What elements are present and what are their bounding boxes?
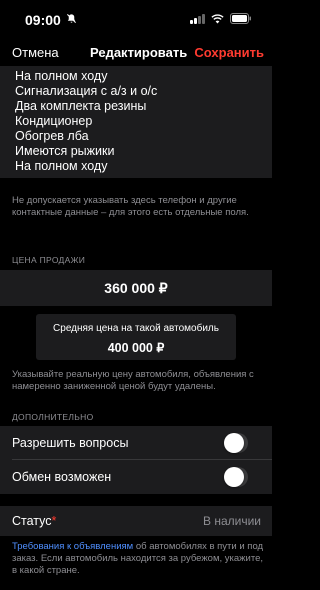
required-mark: * (51, 514, 57, 528)
toggle-knob (224, 433, 244, 453)
description-line: Кондиционер (15, 114, 93, 128)
price-hint: Указывайте реальную цену автомобиля, объ… (12, 369, 254, 392)
toggle-knob (224, 467, 244, 487)
status-bar: 09:00 (0, 0, 272, 40)
battery-icon (230, 13, 252, 24)
allow-questions-toggle[interactable] (224, 433, 248, 453)
requirements-link[interactable]: Требования к объявлениям (12, 541, 133, 552)
description-line: На полном ходу (15, 69, 108, 83)
navigation-bar: Отмена Редактировать Сохранить (0, 42, 272, 64)
allow-questions-label: Разрешить вопросы (12, 436, 129, 450)
description-line: Сигнализация с а/з и о/с (15, 84, 158, 98)
footer-hint: Требования к объявлениям об автомобилях … (12, 541, 267, 577)
bell-slash-icon (66, 13, 77, 27)
price-input[interactable]: 360 000 ₽ (0, 270, 272, 306)
description-line: Два комплекта резины (15, 99, 147, 113)
description-textarea[interactable]: На полном ходу Сигнализация с а/з и о/с … (0, 66, 272, 178)
signal-icon (190, 13, 205, 24)
status-value: В наличии (202, 514, 261, 528)
additional-section-header: ДОПОЛНИТЕЛЬНО (12, 412, 94, 422)
exchange-label: Обмен возможен (12, 470, 112, 484)
exchange-toggle[interactable] (224, 467, 248, 487)
cancel-button[interactable]: Отмена (12, 45, 59, 60)
description-hint: Не допускается указывать здесь телефон и… (12, 195, 249, 218)
status-time: 09:00 (25, 12, 61, 28)
status-field[interactable]: Статус* В наличии (0, 506, 272, 536)
description-line: Имеются рыжики (15, 144, 115, 158)
description-line: Обогрев лба (15, 129, 89, 143)
additional-options: Разрешить вопросы Обмен возможен (0, 426, 272, 494)
allow-questions-row: Разрешить вопросы (0, 426, 272, 460)
status-label: Статус* (12, 514, 57, 528)
average-price-value: 400 000 ₽ (107, 341, 165, 355)
page-title: Редактировать (90, 45, 188, 60)
wifi-icon (211, 13, 224, 24)
price-value: 360 000 ₽ (104, 280, 168, 296)
exchange-row: Обмен возможен (0, 460, 272, 494)
price-section-header: ЦЕНА ПРОДАЖИ (12, 255, 86, 265)
average-price-label: Средняя цена на такой автомобиль (53, 323, 219, 334)
description-line: На полном ходу (15, 159, 108, 173)
average-price-card: Средняя цена на такой автомобиль 400 000… (36, 314, 236, 360)
status-indicators (190, 13, 252, 24)
save-button[interactable]: Сохранить (194, 45, 264, 60)
